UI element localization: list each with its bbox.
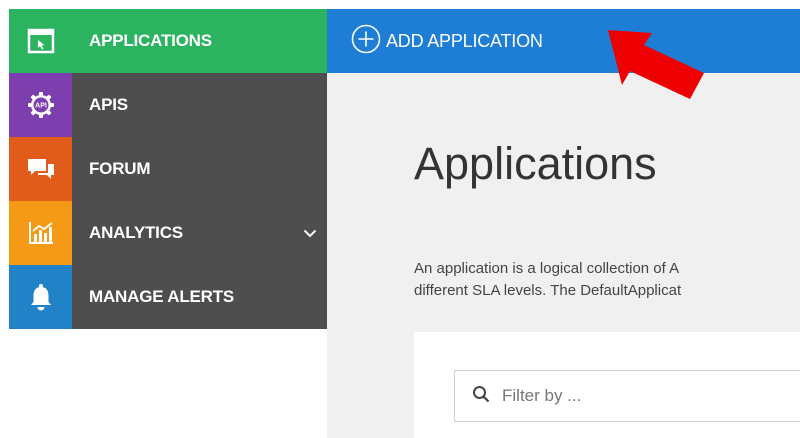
svg-text:API: API bbox=[35, 103, 47, 110]
api-gear-icon: API bbox=[9, 73, 72, 137]
chat-bubbles-icon bbox=[9, 137, 72, 201]
sidebar-item-label: APIS bbox=[89, 95, 128, 114]
filter-input[interactable] bbox=[502, 386, 782, 406]
sidebar: APPLICATIONS API APIS FORUM ANALYTICS MA… bbox=[9, 9, 327, 329]
add-application-label: ADD APPLICATION bbox=[386, 30, 543, 51]
sidebar-item-manage-alerts[interactable]: MANAGE ALERTS bbox=[9, 265, 327, 329]
sidebar-item-analytics[interactable]: ANALYTICS bbox=[9, 201, 327, 265]
search-icon bbox=[472, 385, 490, 408]
application-window-icon bbox=[9, 9, 72, 73]
plus-circle-icon bbox=[351, 24, 381, 59]
chevron-down-icon[interactable] bbox=[293, 229, 327, 238]
sidebar-item-label: APPLICATIONS bbox=[89, 31, 212, 50]
annotation-arrow-icon bbox=[606, 27, 710, 106]
sidebar-item-applications[interactable]: APPLICATIONS bbox=[9, 9, 327, 73]
add-application-button[interactable]: ADD APPLICATION bbox=[327, 9, 800, 73]
sidebar-item-forum[interactable]: FORUM bbox=[9, 137, 327, 201]
bell-icon bbox=[9, 265, 72, 329]
sidebar-item-apis[interactable]: API APIS bbox=[9, 73, 327, 137]
description-line: different SLA levels. The DefaultApplica… bbox=[414, 282, 682, 299]
sidebar-item-label: MANAGE ALERTS bbox=[89, 287, 235, 306]
page-title: Applications bbox=[414, 138, 657, 189]
page-description: An application is a logical collection o… bbox=[414, 258, 800, 302]
sidebar-item-label: ANALYTICS bbox=[89, 223, 183, 242]
filter-field[interactable] bbox=[454, 370, 800, 422]
analytics-chart-icon bbox=[9, 201, 72, 265]
sidebar-item-label: FORUM bbox=[89, 159, 151, 178]
description-line: An application is a logical collection o… bbox=[414, 260, 680, 277]
